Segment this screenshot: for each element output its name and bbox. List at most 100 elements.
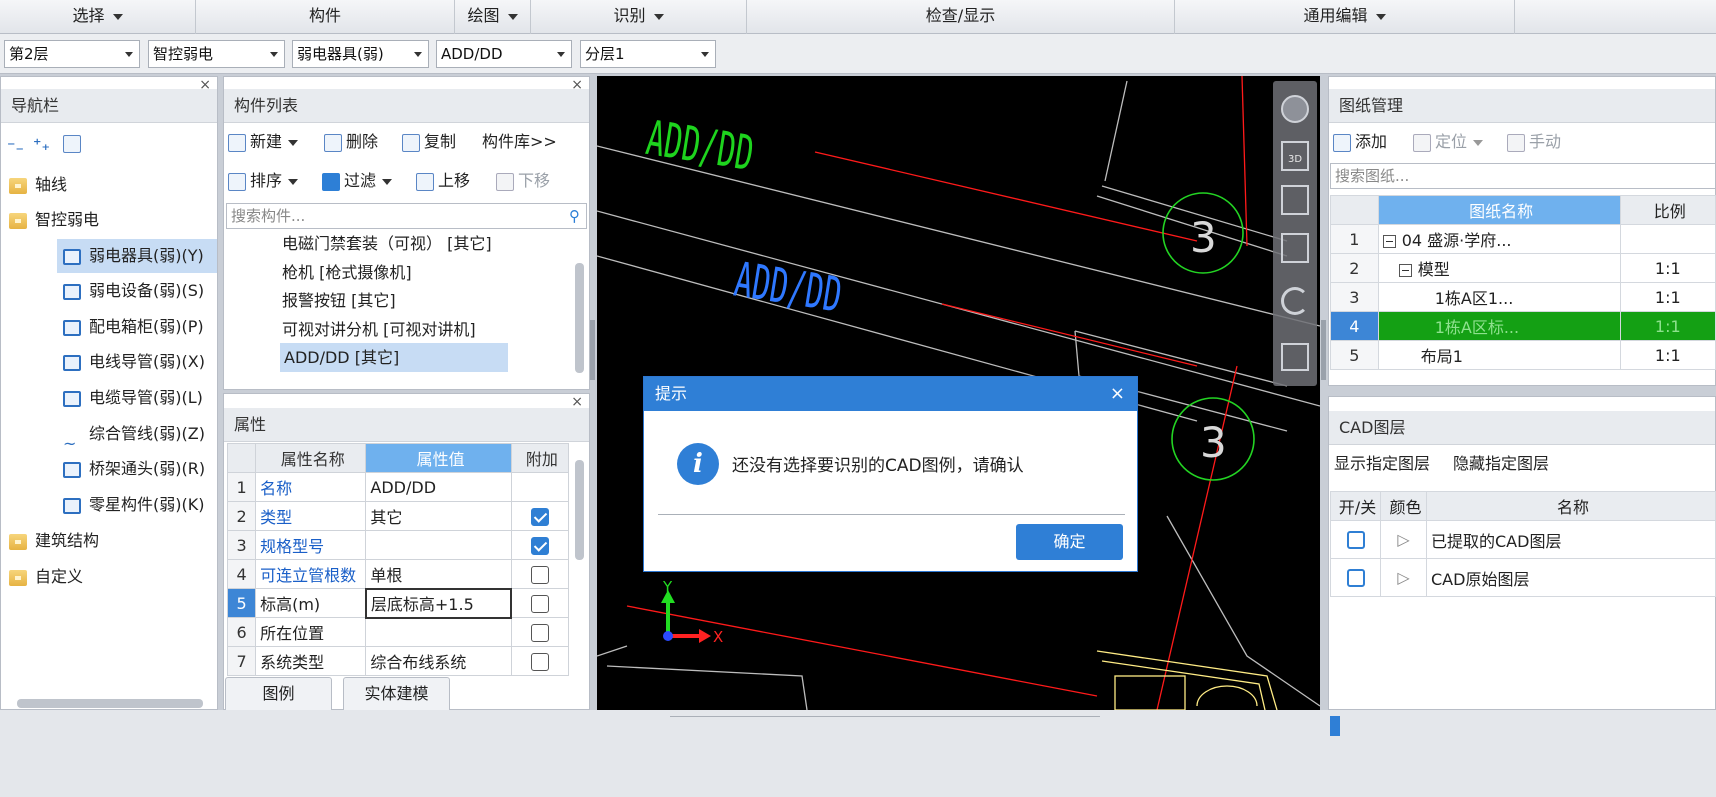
sort-button[interactable]: 排序 bbox=[228, 166, 299, 196]
copy-button[interactable]: 复制 bbox=[402, 127, 456, 157]
table-row[interactable]: 1 04 盛源·学府... bbox=[1330, 224, 1716, 254]
property-value[interactable]: ADD/DD bbox=[365, 472, 512, 502]
checkbox[interactable] bbox=[530, 652, 549, 671]
component-type-select[interactable]: 弱电器具(弱) bbox=[292, 40, 429, 68]
checkbox[interactable] bbox=[531, 594, 550, 613]
nav-item-building-structure[interactable]: 建筑结构 bbox=[9, 524, 99, 558]
splitter-handle[interactable] bbox=[590, 320, 595, 380]
copy-icon bbox=[402, 133, 420, 152]
expand-all-icon[interactable]: ⁺₊ bbox=[33, 135, 50, 154]
splitter-handle[interactable] bbox=[1321, 320, 1326, 380]
checkbox[interactable] bbox=[530, 507, 549, 526]
table-row[interactable]: 6 所在位置 bbox=[226, 617, 570, 647]
close-icon[interactable]: × bbox=[199, 77, 211, 93]
table-row[interactable]: ▷ CAD原始图层 bbox=[1330, 558, 1716, 597]
nav-item-integrated-pipeline[interactable]: ~ 综合管线(弱)(Z) bbox=[63, 417, 205, 453]
ribbon-group-edit[interactable]: 通用编辑 bbox=[1175, 0, 1515, 34]
ribbon-group-select[interactable]: 选择 bbox=[0, 0, 196, 34]
grid-view-icon[interactable] bbox=[1281, 343, 1309, 371]
hide-layers-button[interactable]: 隐藏指定图层 bbox=[1453, 449, 1549, 479]
nav-item-cable-conduit[interactable]: 电缆导管(弱)(L) bbox=[63, 381, 203, 415]
ok-button[interactable]: 确定 bbox=[1016, 524, 1123, 560]
orbit-icon[interactable] bbox=[1281, 95, 1309, 123]
collapse-all-icon[interactable]: ⁻₋ bbox=[7, 137, 24, 156]
property-value[interactable]: 其它 bbox=[365, 501, 512, 531]
search-icon[interactable]: ⚲ bbox=[569, 204, 580, 228]
layer-select[interactable]: 分层1 bbox=[580, 40, 716, 68]
component-select[interactable]: ADD/DD bbox=[436, 40, 572, 68]
property-value[interactable] bbox=[365, 530, 512, 560]
property-value[interactable] bbox=[365, 617, 512, 647]
table-row[interactable]: 5 布局1 1:1 bbox=[1330, 340, 1716, 370]
checkbox[interactable] bbox=[530, 623, 549, 642]
tab-legend[interactable]: 图例 bbox=[225, 677, 332, 711]
property-value[interactable]: 单根 bbox=[365, 559, 512, 589]
filter-button[interactable]: 过滤 bbox=[322, 166, 393, 196]
table-row[interactable]: 7 系统类型 综合布线系统 bbox=[226, 646, 570, 676]
manual-button[interactable]: 手动 bbox=[1507, 127, 1561, 157]
nav-item-smart-weak[interactable]: 智控弱电 bbox=[9, 203, 215, 237]
drawing-search-input[interactable]: 搜索图纸... bbox=[1330, 163, 1716, 189]
ribbon-group-check[interactable]: 检查/显示 bbox=[747, 0, 1175, 34]
edit-icon[interactable] bbox=[63, 135, 81, 153]
property-value[interactable]: 综合布线系统 bbox=[365, 646, 512, 676]
ribbon-group-draw[interactable]: 绘图 bbox=[455, 0, 531, 34]
nav-item-axis[interactable]: 轴线 bbox=[9, 168, 215, 202]
library-button[interactable]: 构件库>> bbox=[482, 127, 557, 157]
table-row[interactable]: 1 名称 ADD/DD bbox=[226, 472, 570, 502]
property-value-editing[interactable]: 层底标高+1.5 bbox=[364, 587, 513, 619]
add-drawing-button[interactable]: 添加 bbox=[1333, 127, 1387, 157]
table-row[interactable]: ▷ 已提取的CAD图层 bbox=[1330, 520, 1716, 559]
nav-item-tray-joint[interactable]: 桥架通头(弱)(R) bbox=[63, 452, 205, 486]
nav-item-custom[interactable]: 自定义 bbox=[9, 560, 83, 594]
floor-select[interactable]: 第2层 bbox=[4, 40, 140, 68]
property-name: 类型 bbox=[255, 501, 367, 531]
table-row[interactable]: 4 可连立管根数 单根 bbox=[226, 559, 570, 589]
component-select-value: ADD/DD bbox=[441, 45, 503, 63]
close-icon[interactable]: × bbox=[571, 77, 583, 93]
view-3d-icon[interactable]: 3D bbox=[1281, 141, 1309, 171]
specialty-select[interactable]: 智控弱电 bbox=[148, 40, 285, 68]
new-button[interactable]: 新建 bbox=[228, 127, 299, 157]
nav-item-wire-conduit[interactable]: 电线导管(弱)(X) bbox=[63, 345, 205, 379]
table-row[interactable]: 5 标高(m) 层底标高+1.5 bbox=[226, 587, 570, 619]
vertical-scrollbar[interactable] bbox=[575, 263, 584, 373]
table-row[interactable]: 3 1栋A区1... 1:1 bbox=[1330, 282, 1716, 312]
table-row[interactable]: 2 类型 其它 bbox=[226, 501, 570, 531]
nav-item-weak-equipment[interactable]: 弱电设备(弱)(S) bbox=[63, 274, 204, 308]
nav-item-distribution-box[interactable]: 配电箱柜(弱)(P) bbox=[63, 310, 204, 344]
rotate-icon[interactable] bbox=[1281, 287, 1309, 315]
close-icon[interactable]: × bbox=[1110, 377, 1125, 411]
show-layers-button[interactable]: 显示指定图层 bbox=[1334, 449, 1430, 479]
checkbox[interactable] bbox=[530, 565, 549, 584]
list-item[interactable]: 枪机 [枪式摄像机] bbox=[282, 258, 412, 287]
table-row[interactable]: 2 模型 1:1 bbox=[1330, 253, 1716, 283]
horizontal-scrollbar[interactable] bbox=[17, 699, 203, 708]
list-item-selected[interactable]: ADD/DD [其它] bbox=[280, 343, 508, 372]
nav-item-misc-component[interactable]: 零星构件(弱)(K) bbox=[63, 488, 204, 522]
list-item[interactable]: 报警按钮 [其它] bbox=[282, 286, 396, 315]
table-row[interactable]: 3 规格型号 bbox=[226, 530, 570, 560]
layer-toggle[interactable] bbox=[1346, 569, 1365, 588]
tab-solid-model[interactable]: 实体建模 bbox=[343, 677, 450, 711]
view-box-icon[interactable] bbox=[1281, 233, 1309, 263]
component-search-input[interactable]: 搜索构件... ⚲ bbox=[226, 203, 587, 229]
move-down-button[interactable]: 下移 bbox=[496, 166, 550, 196]
floor-select-value: 第2层 bbox=[9, 45, 49, 63]
close-icon[interactable]: × bbox=[571, 394, 583, 410]
list-item[interactable]: 可视对讲分机 [可视对讲机] bbox=[282, 315, 476, 344]
checkbox[interactable] bbox=[530, 536, 549, 555]
collapse-icon[interactable] bbox=[1382, 235, 1396, 248]
view-cube-icon[interactable] bbox=[1281, 185, 1309, 215]
ribbon-group-component[interactable]: 构件 bbox=[196, 0, 455, 34]
layer-toggle[interactable] bbox=[1346, 531, 1365, 550]
delete-button[interactable]: 删除 bbox=[324, 127, 378, 157]
nav-item-weak-device-fixture[interactable]: 弱电器具(弱)(Y) bbox=[57, 239, 217, 273]
vertical-scrollbar[interactable] bbox=[575, 460, 584, 560]
move-up-button[interactable]: 上移 bbox=[416, 166, 470, 196]
locate-button[interactable]: 定位 bbox=[1413, 127, 1484, 157]
ribbon-group-recognize[interactable]: 识别 bbox=[531, 0, 747, 34]
table-row-selected[interactable]: 4 1栋A区标... 1:1 bbox=[1330, 311, 1716, 341]
list-item[interactable]: 电磁门禁套装（可视） [其它] bbox=[282, 229, 492, 258]
collapse-icon[interactable] bbox=[1398, 264, 1412, 277]
